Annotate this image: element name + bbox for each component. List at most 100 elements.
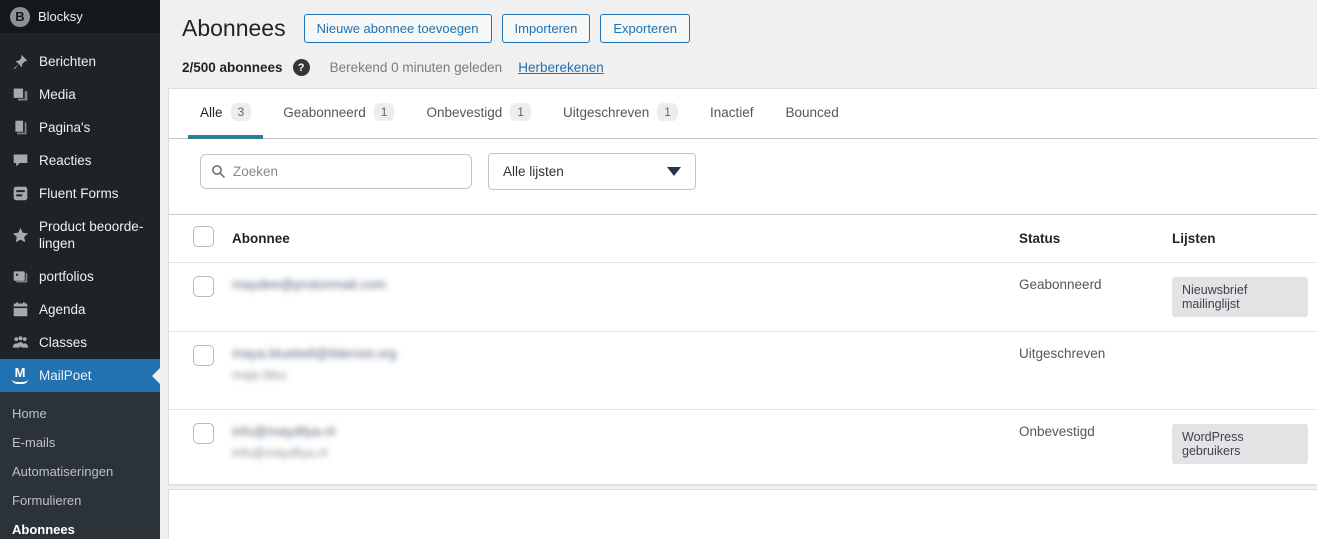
sidebar-item-label: Agenda: [39, 301, 86, 318]
sidebar-item-agenda[interactable]: Agenda: [0, 293, 160, 326]
sidebar-item-classes[interactable]: Classes: [0, 326, 160, 359]
sidebar-item-portfolios[interactable]: portfolios: [0, 260, 160, 293]
sidebar-item-label: portfolios: [39, 268, 94, 285]
sidebar-item-media[interactable]: Media: [0, 78, 160, 111]
groups-icon: [10, 334, 30, 351]
list-filter-select[interactable]: Alle lijsten: [488, 153, 696, 190]
submenu-item-formulieren[interactable]: Formulieren: [0, 486, 160, 515]
chevron-down-icon: [667, 167, 681, 176]
page-header: Abonnees Nieuwe abonnee toevoegen Import…: [160, 0, 1317, 43]
tab-inactief[interactable]: Inactief: [698, 89, 766, 139]
sidebar-item-label: Berichten: [39, 53, 96, 70]
blocksy-logo-icon: B: [10, 7, 30, 27]
table-footer-panel: [168, 489, 1317, 539]
filter-row: Alle lijsten: [169, 139, 1317, 214]
help-icon[interactable]: ?: [293, 59, 310, 76]
add-subscriber-button[interactable]: Nieuwe abonnee toevoegen: [304, 14, 492, 43]
page-title: Abonnees: [182, 15, 286, 42]
subscriber-count: 2/500 abonnees: [182, 60, 283, 75]
sidebar-item-product-beoordelingen[interactable]: Product beoorde-lingen: [0, 210, 160, 260]
submenu-item-automatiseringen[interactable]: Automatiseringen: [0, 457, 160, 486]
sidebar-item-label: Pagina's: [39, 119, 90, 136]
list-tag[interactable]: WordPress gebruikers: [1172, 424, 1308, 464]
search-icon: [211, 164, 226, 179]
admin-bar-site[interactable]: B Blocksy: [0, 0, 160, 33]
subscribers-table: Abonnee Status Lijsten maydee@protonmail…: [169, 214, 1317, 484]
list-filter-value: Alle lijsten: [503, 164, 564, 179]
tab-label: Uitgeschreven: [563, 105, 649, 120]
mailpoet-icon: M: [10, 368, 30, 384]
submenu-item-home[interactable]: Home: [0, 399, 160, 428]
star-icon: [10, 227, 30, 244]
row-checkbox[interactable]: [193, 345, 214, 366]
subscriber-counter-row: 2/500 abonnees ? Berekend 0 minuten gele…: [160, 43, 1317, 76]
tab-label: Bounced: [785, 105, 838, 120]
admin-menu: Berichten Media Pagina's Reacties Fluent…: [0, 33, 160, 539]
subscriber-email[interactable]: maydee@protonmail.com: [232, 277, 386, 292]
list-tag[interactable]: Nieuwsbrief mailinglijst: [1172, 277, 1308, 317]
tab-alle[interactable]: Alle 3: [188, 89, 263, 139]
column-header-lijsten: Lijsten: [1161, 217, 1317, 260]
submenu-item-emails[interactable]: E-mails: [0, 428, 160, 457]
pushpin-icon: [10, 53, 30, 70]
mailpoet-submenu: Home E-mails Automatiseringen Formuliere…: [0, 392, 160, 539]
recalculate-link[interactable]: Herberekenen: [518, 60, 604, 75]
column-header-abonnee[interactable]: Abonnee: [221, 217, 1008, 260]
sidebar-item-mailpoet[interactable]: M MailPoet: [0, 359, 160, 392]
tab-bounced[interactable]: Bounced: [773, 89, 850, 139]
calculated-note: Berekend 0 minuten geleden: [330, 60, 503, 75]
sidebar-item-label: Classes: [39, 334, 87, 351]
submenu-item-abonnees[interactable]: Abonnees: [0, 515, 160, 539]
search-box[interactable]: [200, 154, 472, 189]
sidebar-item-berichten[interactable]: Berichten: [0, 45, 160, 78]
row-checkbox[interactable]: [193, 276, 214, 297]
sidebar-item-paginas[interactable]: Pagina's: [0, 111, 160, 144]
column-header-status: Status: [1008, 217, 1161, 260]
comment-icon: [10, 152, 30, 169]
sidebar-item-label: Media: [39, 86, 76, 103]
subscriber-name: maja bleu: [232, 368, 998, 382]
table-row: maydee@protonmail.com Geabonneerd Nieuws…: [169, 262, 1317, 331]
media-icon: [10, 86, 30, 103]
subscriber-email[interactable]: maya.bluebell@ilderoot.org: [232, 346, 397, 361]
tab-count-badge: 1: [374, 103, 395, 121]
tab-count-badge: 1: [510, 103, 531, 121]
status-tabs: Alle 3 Geabonneerd 1 Onbevestigd 1 Uitge…: [169, 89, 1317, 139]
table-header-row: Abonnee Status Lijsten: [169, 214, 1317, 262]
tab-label: Geabonneerd: [283, 105, 366, 120]
search-input[interactable]: [233, 164, 461, 179]
tab-geabonneerd[interactable]: Geabonneerd 1: [271, 89, 406, 139]
sidebar-item-label: Reacties: [39, 152, 92, 169]
sidebar-item-label: Product beoorde-lingen: [39, 218, 150, 252]
calendar-icon: [10, 301, 30, 318]
site-name: Blocksy: [38, 9, 83, 24]
select-all-checkbox[interactable]: [193, 226, 214, 247]
tab-onbevestigd[interactable]: Onbevestigd 1: [414, 89, 543, 139]
subscriber-status: Onbevestigd: [1008, 410, 1161, 453]
subscriber-status: Uitgeschreven: [1008, 332, 1161, 375]
row-checkbox[interactable]: [193, 423, 214, 444]
subscriber-email[interactable]: info@maydilya.nl: [232, 424, 335, 439]
form-icon: [10, 185, 30, 202]
sidebar-item-label: MailPoet: [39, 367, 92, 384]
subscribers-card: Alle 3 Geabonneerd 1 Onbevestigd 1 Uitge…: [168, 88, 1317, 485]
export-button[interactable]: Exporteren: [600, 14, 690, 43]
import-button[interactable]: Importeren: [502, 14, 591, 43]
portfolio-icon: [10, 268, 30, 285]
admin-sidebar: B Blocksy Berichten Media Pagina's Rea: [0, 0, 160, 539]
tab-label: Inactief: [710, 105, 754, 120]
pages-icon: [10, 119, 30, 136]
subscriber-status: Geabonneerd: [1008, 263, 1161, 306]
sidebar-item-label: Fluent Forms: [39, 185, 119, 202]
tab-count-badge: 1: [657, 103, 678, 121]
tab-label: Onbevestigd: [426, 105, 502, 120]
tab-uitgeschreven[interactable]: Uitgeschreven 1: [551, 89, 690, 139]
tab-label: Alle: [200, 105, 223, 120]
tab-count-badge: 3: [231, 103, 252, 121]
table-row: info@maydilya.nl info@maydilya.nl Onbeve…: [169, 409, 1317, 484]
sidebar-item-fluent-forms[interactable]: Fluent Forms: [0, 177, 160, 210]
table-row: maya.bluebell@ilderoot.org maja bleu Uit…: [169, 331, 1317, 409]
main-content: Abonnees Nieuwe abonnee toevoegen Import…: [160, 0, 1317, 539]
sidebar-item-reacties[interactable]: Reacties: [0, 144, 160, 177]
subscriber-name: info@maydilya.nl: [232, 446, 998, 460]
